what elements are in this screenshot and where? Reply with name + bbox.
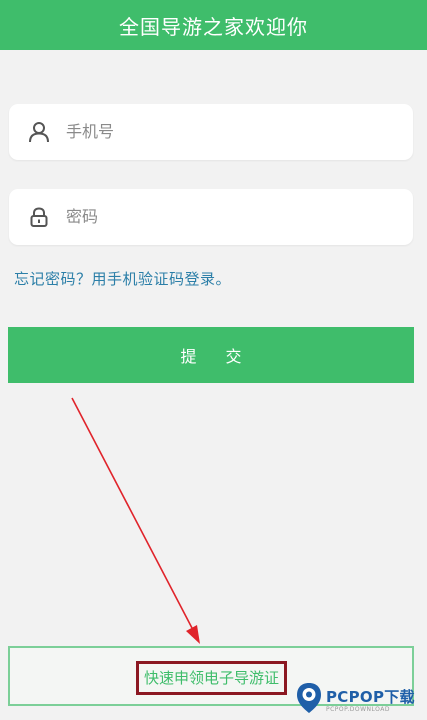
watermark-brand: PCPOP下载 [326, 688, 415, 706]
annotation-arrow-head [186, 625, 200, 644]
annotation-arrow-line [71, 397, 193, 629]
submit-button[interactable]: 提 交 [8, 327, 414, 383]
pcpop-logo-icon [297, 683, 321, 713]
forgot-password-link[interactable]: 忘记密码？用手机验证码登录。 [14, 268, 231, 289]
phone-field[interactable]: 手机号 [9, 104, 413, 160]
submit-label: 提 交 [180, 347, 254, 366]
app-header: 全国导游之家欢迎你 [0, 0, 427, 50]
password-placeholder: 密码 [66, 207, 99, 226]
password-field[interactable]: 密码 [9, 189, 413, 245]
watermark: PCPOP下载 PCPOP.DOWNLOAD [296, 680, 427, 720]
lock-icon [30, 207, 48, 227]
phone-placeholder: 手机号 [66, 122, 115, 141]
user-icon [29, 122, 49, 143]
header-title: 全国导游之家欢迎你 [119, 14, 308, 39]
apply-guide-card-link[interactable]: 快速申领电子导游证 [136, 661, 288, 695]
watermark-tagline: PCPOP.DOWNLOAD [326, 706, 390, 713]
